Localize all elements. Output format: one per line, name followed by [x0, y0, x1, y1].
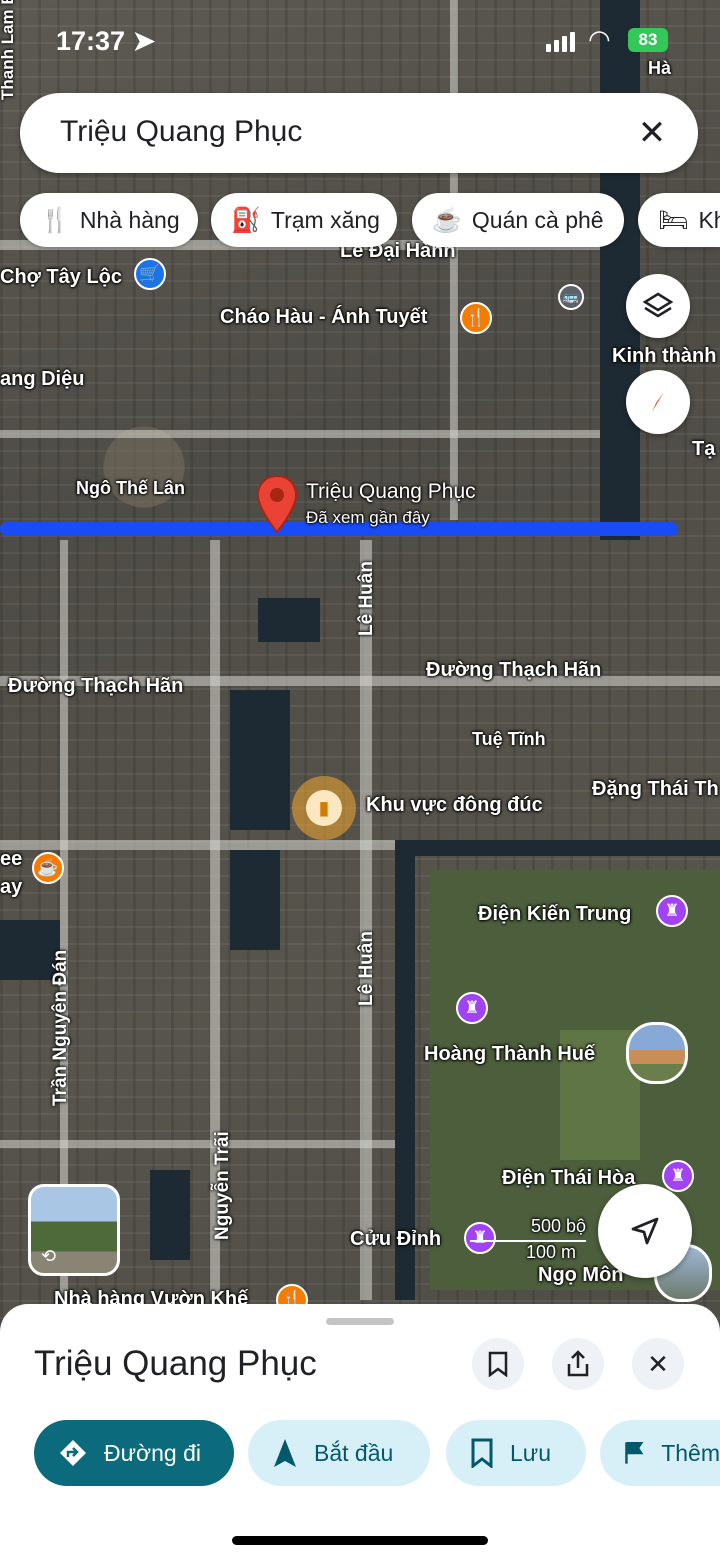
my-location-button[interactable]	[598, 1184, 692, 1278]
gas-station-icon: ⛽	[231, 206, 261, 234]
chip-label: Nhà hàng	[79, 206, 180, 233]
map-label: Kinh thành	[612, 345, 717, 367]
scale-meters: 100 m	[526, 1242, 577, 1262]
chip-gas-stations[interactable]: ⛽ Trạm xăng	[211, 193, 397, 247]
scale-bar: 500 bộ 100 m	[470, 1216, 586, 1262]
compass-icon	[652, 392, 664, 412]
citadel-moat	[395, 840, 720, 856]
location-arrow-icon: ➤	[132, 26, 156, 56]
navigation-arrow-icon	[631, 1217, 659, 1245]
pin-title: Triệu Quang Phục	[306, 480, 476, 503]
map-label: Trần Nguyên Đán	[50, 949, 71, 1106]
map-label: Điện Kiến Trung	[478, 903, 632, 925]
map-pin-icon	[256, 474, 298, 534]
photo-thumbnail[interactable]	[626, 1022, 688, 1084]
landmark-icon[interactable]: ♜	[456, 992, 488, 1024]
restaurant-icon[interactable]: 🍴	[460, 302, 492, 334]
save-icon-button[interactable]	[472, 1338, 524, 1390]
crowded-area-icon[interactable]: ▮	[292, 776, 356, 840]
search-input[interactable]: Triệu Quang Phục	[60, 115, 302, 149]
close-icon[interactable]: ✕	[630, 111, 674, 155]
bookmark-icon	[488, 1351, 508, 1377]
map-label: ang Diệu	[0, 368, 85, 390]
place-title: Triệu Quang Phục	[34, 1344, 317, 1383]
chip-label: Kh	[698, 206, 720, 233]
action-label: Bắt đầu	[314, 1439, 394, 1466]
river	[600, 0, 640, 540]
map-label: Đường Thạch Hãn	[426, 659, 602, 681]
layers-icon	[642, 292, 674, 318]
chip-label: Quán cà phê	[471, 206, 604, 233]
map-label: Lê Huân	[356, 561, 377, 636]
map-label: Ngô Thế Lân	[76, 478, 185, 498]
map-label: ay	[0, 876, 23, 898]
action-label: Đường đi	[104, 1439, 201, 1466]
chip-label: Trạm xăng	[270, 206, 380, 233]
battery-indicator: 83	[628, 28, 668, 52]
map-label: ee	[0, 848, 23, 870]
more-button[interactable]: Thêm	[600, 1420, 720, 1486]
close-icon: ✕	[647, 1348, 669, 1379]
pin-subtitle: Đã xem gần đây	[306, 508, 430, 527]
bed-icon: 🛏	[658, 206, 689, 234]
road	[0, 430, 600, 438]
location-pin[interactable]	[255, 474, 299, 539]
status-time-text: 17:37	[56, 26, 126, 56]
moat	[230, 850, 280, 950]
rotate-360-icon: ⟲	[41, 1246, 57, 1266]
map-label: Lê Huân	[356, 931, 377, 1006]
map-label: Tuệ Tĩnh	[472, 729, 546, 749]
close-sheet-button[interactable]: ✕	[632, 1338, 684, 1390]
moat	[258, 598, 320, 642]
save-button[interactable]: Lưu	[446, 1420, 586, 1486]
home-indicator	[232, 1536, 488, 1545]
action-label: Thêm	[661, 1439, 720, 1466]
start-button[interactable]: Bắt đầu	[248, 1420, 430, 1486]
road	[0, 1140, 395, 1148]
scale-feet: 500 bộ	[530, 1216, 586, 1236]
map-label: Tạ C	[692, 438, 720, 460]
drag-handle[interactable]	[326, 1318, 394, 1325]
map-label: Chợ Tây Lộc	[0, 266, 123, 288]
status-bar: 17:37 ➤ ◠ 83	[0, 0, 720, 80]
layers-button[interactable]	[626, 274, 690, 338]
status-time: 17:37 ➤	[56, 26, 155, 57]
action-label: Lưu	[510, 1439, 551, 1466]
map-label: Đặng Thái Th	[592, 778, 719, 800]
chip-hotels[interactable]: 🛏 Kh	[638, 193, 720, 247]
map-label: Cửu Đỉnh	[350, 1228, 442, 1250]
directions-button[interactable]: Đường đi	[34, 1420, 234, 1486]
map-label: Khu vực đông đúc	[366, 794, 543, 816]
street-view-thumbnail[interactable]: ⟲	[28, 1184, 120, 1276]
share-icon	[567, 1350, 589, 1377]
place-bottom-sheet[interactable]: Triệu Quang Phục ✕ Đường đi Bắt đầu Lưu …	[0, 1304, 720, 1557]
moat	[230, 690, 290, 830]
road	[360, 540, 372, 1300]
map-label: Đường Thạch Hãn	[8, 675, 184, 697]
signal-icon	[546, 32, 575, 52]
bus-stop-icon[interactable]: 🚌	[558, 284, 584, 310]
search-bar[interactable]: Triệu Quang Phục ✕	[20, 93, 698, 173]
bookmark-icon	[471, 1438, 493, 1468]
directions-icon	[60, 1440, 86, 1466]
utensils-icon: 🍴	[40, 206, 70, 234]
compass-button[interactable]	[626, 370, 690, 434]
map-label: Điện Thái Hòa	[502, 1167, 636, 1189]
map-label: Cháo Hàu - Ánh Tuyết	[220, 306, 428, 328]
map-label: Nguyễn Trãi	[212, 1131, 233, 1240]
wifi-icon: ◠	[588, 24, 611, 54]
pond	[150, 1170, 190, 1260]
navigation-arrow-icon	[274, 1439, 296, 1467]
landmark-icon[interactable]: ♜	[656, 895, 688, 927]
coffee-icon: ☕	[432, 206, 462, 234]
flag-icon	[625, 1441, 644, 1464]
shopping-cart-icon[interactable]: 🛒	[134, 258, 166, 290]
map-label: Ngọ Môn	[538, 1264, 624, 1286]
coffee-icon[interactable]: ☕	[32, 852, 64, 884]
chip-restaurants[interactable]: 🍴 Nhà hàng	[20, 193, 198, 247]
map-label: Hoàng Thành Huế	[424, 1043, 596, 1065]
share-button[interactable]	[552, 1338, 604, 1390]
chip-coffee[interactable]: ☕ Quán cà phê	[412, 193, 624, 247]
landmark-icon[interactable]: ♜	[662, 1160, 694, 1192]
